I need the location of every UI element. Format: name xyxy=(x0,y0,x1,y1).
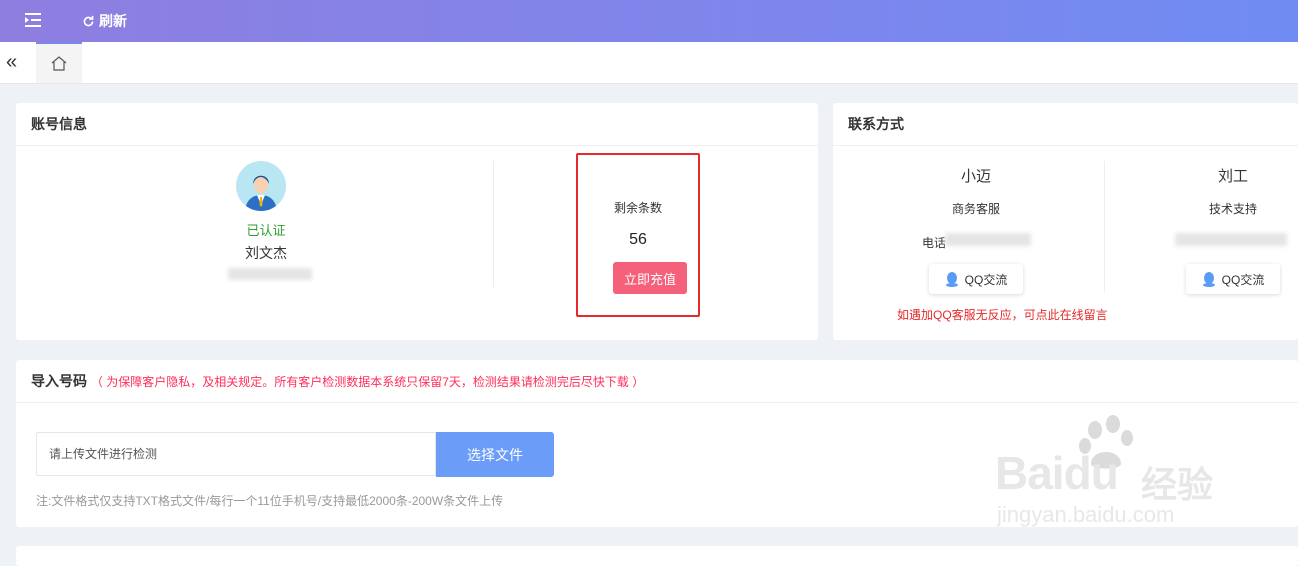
refresh-button[interactable]: 刷新 xyxy=(82,11,127,31)
contact-name: 刘工 xyxy=(1217,168,1248,185)
choose-file-button[interactable]: 选择文件 xyxy=(436,432,554,477)
refresh-label: 刷新 xyxy=(99,13,127,29)
blurred-account-info xyxy=(228,268,312,280)
blurred-phone xyxy=(945,233,1031,246)
blurred-phone xyxy=(1175,233,1287,246)
remaining-count: 56 xyxy=(629,231,647,248)
refresh-icon xyxy=(83,15,94,26)
contact-person-1: 小迈 商务客服 xyxy=(923,165,1029,217)
qq-icon xyxy=(1202,272,1215,287)
qq-icon xyxy=(945,272,958,287)
double-chevron-left-icon[interactable]: « xyxy=(6,52,17,72)
account-card-title: 账号信息 xyxy=(16,103,818,146)
tabs-bar: « xyxy=(0,42,1298,84)
qq-chat-button-1[interactable]: QQ交流 xyxy=(929,264,1023,294)
top-bar: 刷新 xyxy=(0,0,1298,42)
remaining-highlight-box: 剩余条数 56 立即充值 xyxy=(576,153,700,317)
watermark-cn: 经验 xyxy=(1141,464,1214,505)
tab-home[interactable] xyxy=(36,42,82,83)
watermark-url: jingyan.baidu.com xyxy=(997,502,1175,527)
user-avatar-icon xyxy=(245,175,277,211)
home-icon xyxy=(51,56,67,71)
menu-fold-icon[interactable] xyxy=(25,12,43,28)
leave-message-link[interactable]: 如遇加QQ客服无反应，可点此在线留言 xyxy=(897,306,1108,323)
qq-chat-label: QQ交流 xyxy=(964,272,1008,287)
qq-chat-button-2[interactable]: QQ交流 xyxy=(1186,264,1280,294)
avatar xyxy=(236,161,286,211)
contact-phone-label: 电话 xyxy=(922,236,947,250)
import-title: 导入号码 xyxy=(31,373,87,389)
divider xyxy=(493,161,494,287)
remaining-label: 剩余条数 xyxy=(613,201,662,215)
baidu-watermark-logo: Baidu 经验 jingyan.baidu.com xyxy=(995,412,1235,530)
contact-role: 技术支持 xyxy=(1208,202,1257,216)
import-card-header: 导入号码 （ 为保障客户隐私，及相关规定。所有客户检测数据本系统只保留7天，检测… xyxy=(16,360,1298,403)
recharge-button[interactable]: 立即充值 xyxy=(613,262,687,294)
privacy-notice: （ 为保障客户隐私，及相关规定。所有客户检测数据本系统只保留7天，检测结果请检测… xyxy=(90,375,645,389)
next-card xyxy=(16,546,1298,566)
contact-card-title: 联系方式 xyxy=(833,103,1298,146)
upload-hint: 注:文件格式仅支持TXT格式文件/每行一个11位手机号/支持最低2000条-20… xyxy=(36,494,504,508)
upload-file-input[interactable] xyxy=(36,432,436,476)
divider xyxy=(1104,161,1105,293)
contact-person-2: 刘工 技术支持 xyxy=(1179,165,1287,217)
watermark-brand2: du xyxy=(1063,447,1119,499)
contact-name: 小迈 xyxy=(960,168,991,185)
contact-role: 商务客服 xyxy=(951,202,1000,216)
watermark-brand: Bai xyxy=(995,447,1065,499)
qq-chat-label: QQ交流 xyxy=(1221,272,1265,287)
account-card: 账号信息 已认证 刘文杰 剩余条数 56 立即充值 xyxy=(16,103,818,340)
contact-card: 联系方式 小迈 商务客服 电话 QQ交流 刘工 技术支持 QQ交流 如遇加QQ客… xyxy=(833,103,1298,340)
user-name: 刘文杰 xyxy=(245,245,287,261)
verified-status: 已认证 xyxy=(246,223,286,238)
